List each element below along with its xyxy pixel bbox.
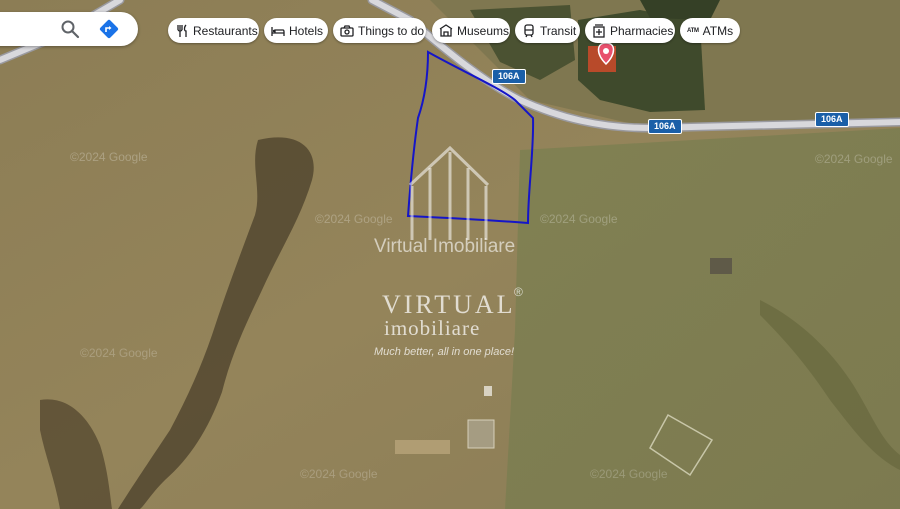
building xyxy=(395,440,450,454)
terrain-right-field xyxy=(505,128,900,509)
map-copyright: ©2024 Google xyxy=(300,467,378,481)
road-shield: 106A xyxy=(648,119,682,134)
chip-label: ATMs xyxy=(702,23,734,38)
road-shield: 106A xyxy=(815,112,849,127)
museum-icon xyxy=(439,23,453,37)
map-copyright: ©2024 Google xyxy=(80,346,158,360)
chip-transit[interactable]: Transit xyxy=(515,18,580,43)
watermark-tagline: Much better, all in one place! xyxy=(374,346,515,358)
road-shield: 106A xyxy=(492,69,526,84)
watermark-brand-line2: imobiliare xyxy=(384,316,481,340)
chip-label: Pharmacies xyxy=(610,23,674,38)
camera-icon xyxy=(340,24,354,37)
chip-hotels[interactable]: Hotels xyxy=(264,18,328,43)
building xyxy=(484,386,492,396)
map-copyright: ©2024 Google xyxy=(815,152,893,166)
chip-restaurants[interactable]: Restaurants xyxy=(168,18,259,43)
building xyxy=(710,258,732,274)
train-icon xyxy=(524,23,534,37)
chip-things-to-do[interactable]: Things to do xyxy=(333,18,426,43)
chip-label: Museums xyxy=(457,23,510,38)
chip-pharmacies[interactable]: Pharmacies xyxy=(585,18,675,43)
directions-icon[interactable] xyxy=(98,18,120,40)
atm-icon: ATM xyxy=(687,27,699,34)
chip-museums[interactable]: Museums xyxy=(432,18,510,43)
forest-patch xyxy=(640,0,720,20)
bed-icon xyxy=(271,26,285,36)
map-copyright: ©2024 Google xyxy=(315,212,393,226)
search-box[interactable] xyxy=(0,12,138,46)
fork-knife-icon xyxy=(177,24,187,37)
watermark-registered: ® xyxy=(514,285,523,299)
watermark-title: Virtual Imobiliare xyxy=(374,236,516,257)
chip-atms[interactable]: ATM ATMs xyxy=(680,18,740,43)
map-copyright: ©2024 Google xyxy=(590,467,668,481)
map-copyright: ©2024 Google xyxy=(70,150,148,164)
chip-label: Restaurants xyxy=(193,23,258,38)
chip-label: Transit xyxy=(540,23,577,38)
pharmacy-icon xyxy=(593,23,605,38)
building xyxy=(467,419,495,449)
map-copyright: ©2024 Google xyxy=(540,212,618,226)
search-icon[interactable] xyxy=(60,19,80,39)
chip-label: Things to do xyxy=(358,23,425,38)
chip-label: Hotels xyxy=(289,23,324,38)
